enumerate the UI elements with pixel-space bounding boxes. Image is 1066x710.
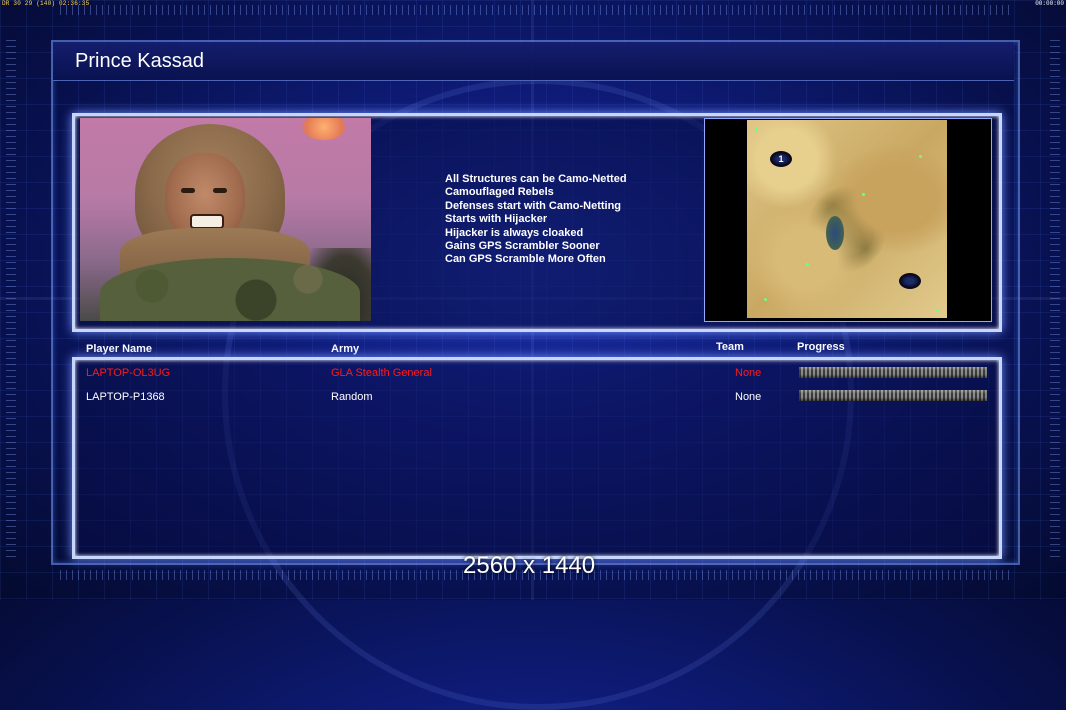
player-army: GLA Stealth General [331,367,432,379]
header-progress: Progress [797,341,845,353]
feature-item: Starts with Hijacker [445,213,548,226]
feature-item: Hijacker is always cloaked [445,226,584,239]
supply-dot [919,155,922,158]
portrait-eye [213,188,227,193]
background-ruler-left [6,40,16,560]
players-panel [72,357,1002,559]
header-team: Team [716,341,744,353]
header-player-name: Player Name [86,343,153,355]
feature-item: Camouflaged Rebels [445,186,554,199]
general-features-list: All Structures can be Camo-Netted Camouf… [445,173,627,267]
supply-dot [806,263,809,266]
player-army: Random [331,391,373,403]
general-portrait [80,118,371,321]
player-name: LAPTOP-OL3UG [86,367,171,379]
feature-item: Defenses start with Camo-Netting [445,199,622,212]
debug-status-readout: DR 30 29 (140) 02:36:35 [2,0,90,7]
background-ruler-right [1050,40,1060,560]
player-progress-bar [799,367,987,378]
portrait-mouth [190,214,224,229]
start-position-marker [899,273,921,289]
player-name: LAPTOP-P1368 [86,391,165,403]
supply-dot [755,128,758,131]
header-army: Army [331,343,360,355]
background-ruler-top [60,5,1010,15]
player-team: None [735,367,762,379]
game-timer: 00:00:00 [1035,0,1064,7]
map-terrain [747,120,947,318]
general-name-title: Prince Kassad [75,50,204,72]
player-team: None [735,391,762,403]
supply-dot [862,193,865,196]
supply-dot [764,298,767,301]
feature-item: Gains GPS Scrambler Sooner [445,240,600,253]
supply-dot [936,309,939,312]
start-position-marker: 1 [770,151,792,167]
map-lake [826,216,844,250]
portrait-camo-uniform [100,258,360,321]
feature-item: Can GPS Scramble More Often [445,253,606,266]
resolution-label: 2560 x 1440 [463,552,596,579]
portrait-sun [302,118,346,140]
player-progress-bar [799,390,987,401]
feature-item: All Structures can be Camo-Netted [445,173,627,185]
portrait-eye [181,188,195,193]
